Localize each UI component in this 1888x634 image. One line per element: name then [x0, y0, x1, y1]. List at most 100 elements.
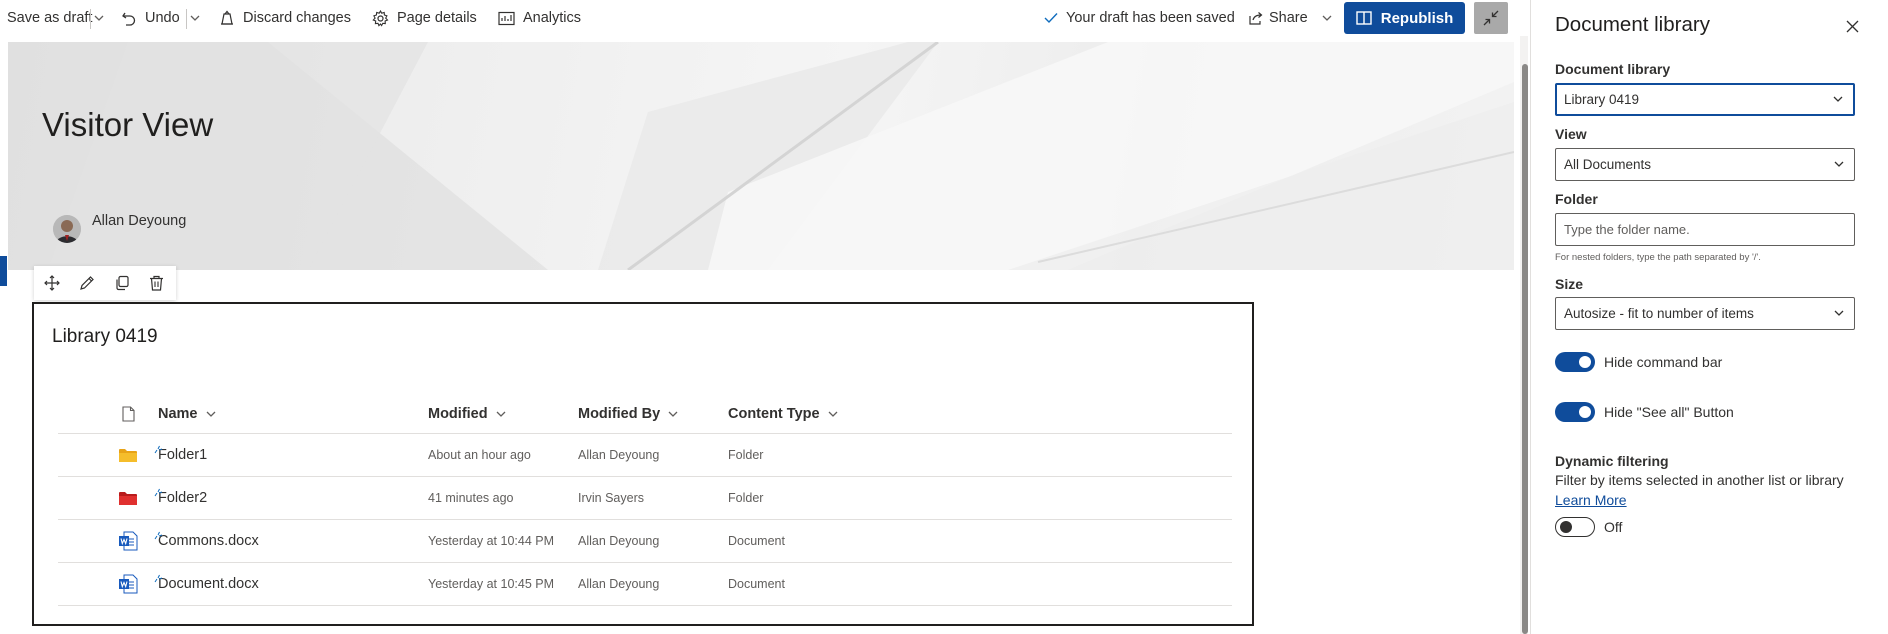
library-title: Library 0419: [52, 326, 158, 347]
move-webpart-button[interactable]: [34, 266, 69, 300]
author-avatar: [53, 215, 81, 243]
folder-input[interactable]: [1555, 213, 1855, 246]
analytics-icon: [498, 11, 515, 25]
share-label: Share: [1269, 10, 1308, 26]
item-modified: Yesterday at 10:45 PM: [428, 577, 555, 591]
item-name-link[interactable]: Folder2: [154, 477, 207, 519]
discard-icon: [221, 10, 233, 25]
new-item-sparkle-icon: [154, 445, 163, 454]
toolbar-divider: [90, 9, 91, 29]
list-item[interactable]: Commons.docx Yesterday at 10:44 PM Allan…: [58, 520, 1232, 563]
title-area-banner[interactable]: [8, 42, 1514, 270]
undo-options-chevron-button[interactable]: [190, 0, 200, 36]
chevron-down-icon: [94, 15, 104, 21]
item-modified-by: Allan Deyoung: [578, 577, 660, 591]
duplicate-webpart-button[interactable]: [104, 266, 139, 300]
discard-changes-button[interactable]: Discard changes: [219, 0, 351, 36]
webpart-toolbar: [34, 266, 176, 300]
list-item[interactable]: Folder1 About an hour ago Allan Deyoung …: [58, 434, 1232, 477]
republish-button[interactable]: Republish: [1344, 2, 1465, 34]
document-library-label: Document library: [1555, 61, 1671, 77]
item-name: Folder1: [158, 447, 208, 463]
item-modified: About an hour ago: [428, 448, 531, 462]
undo-button[interactable]: Undo: [121, 0, 180, 36]
item-name-link[interactable]: Commons.docx: [154, 520, 259, 562]
file-type-column-header[interactable]: [116, 394, 140, 433]
item-content-type: Document: [728, 577, 785, 591]
pane-title: Document library: [1555, 13, 1710, 36]
page-title[interactable]: Visitor View: [42, 106, 213, 144]
new-item-sparkle-icon: [154, 574, 163, 583]
document-library-dropdown[interactable]: Library 0419: [1555, 83, 1855, 116]
item-modified-by: Allan Deyoung: [578, 448, 660, 462]
modified-column-header[interactable]: Modified: [428, 394, 506, 433]
dynamic-filtering-label: Dynamic filtering: [1555, 453, 1669, 469]
list-header-row: Name Modified Modified By Content Type: [58, 394, 1232, 434]
item-content-type: Folder: [728, 448, 764, 462]
hide-see-all-toggle[interactable]: [1555, 402, 1595, 422]
collapse-pane-button[interactable]: [1474, 2, 1508, 34]
item-name-link[interactable]: Folder1: [154, 434, 208, 476]
name-column-header[interactable]: Name: [158, 394, 216, 433]
copy-icon: [115, 275, 129, 291]
hide-command-bar-toggle[interactable]: [1555, 352, 1595, 372]
list-item[interactable]: Document.docx Yesterday at 10:45 PM Alla…: [58, 563, 1232, 606]
chevron-down-icon: [668, 411, 678, 417]
banner-background-image: [8, 42, 1514, 270]
section-selection-indicator: [0, 256, 7, 286]
chevron-down-icon: [1834, 310, 1844, 316]
page-details-label: Page details: [397, 10, 477, 26]
dynamic-filtering-toggle[interactable]: [1555, 517, 1595, 537]
view-label: View: [1555, 126, 1587, 142]
close-pane-button[interactable]: [1840, 14, 1864, 38]
content-type-column-header[interactable]: Content Type: [728, 394, 838, 433]
name-column-label: Name: [158, 405, 198, 422]
folder-help-text: For nested folders, type the path separa…: [1555, 252, 1761, 263]
size-dropdown[interactable]: Autosize - fit to number of items: [1555, 297, 1855, 330]
item-modified: 41 minutes ago: [428, 491, 514, 505]
save-as-draft-button[interactable]: Save as draft: [7, 0, 92, 36]
page-scrollbar-thumb[interactable]: [1522, 64, 1528, 634]
modified-by-column-label: Modified By: [578, 405, 661, 422]
dynamic-filtering-description: Filter by items selected in another list…: [1555, 472, 1844, 488]
chevron-down-icon: [828, 411, 838, 417]
move-icon: [43, 275, 60, 291]
analytics-button[interactable]: Analytics: [498, 0, 581, 36]
undo-icon: [122, 12, 136, 26]
document-icon: [121, 405, 135, 422]
item-name-link[interactable]: Document.docx: [154, 563, 259, 605]
chevron-down-icon: [1833, 96, 1843, 102]
hide-command-bar-toggle-row: Hide command bar: [1555, 350, 1722, 374]
item-content-type: Document: [728, 534, 785, 548]
republish-label: Republish: [1380, 9, 1454, 27]
view-value: All Documents: [1564, 157, 1652, 172]
save-options-chevron-button[interactable]: [94, 0, 104, 36]
item-modified: Yesterday at 10:44 PM: [428, 534, 555, 548]
trash-icon: [150, 275, 163, 291]
book-icon: [1356, 11, 1372, 25]
content-type-column-label: Content Type: [728, 405, 820, 422]
share-button[interactable]: Share: [1248, 0, 1332, 36]
item-modified-by: Allan Deyoung: [578, 534, 660, 548]
view-dropdown[interactable]: All Documents: [1555, 148, 1855, 181]
size-label: Size: [1555, 276, 1584, 292]
close-icon: [1846, 20, 1858, 32]
document-library-webpart[interactable]: Library 0419 Name Modified Modified By C…: [32, 302, 1254, 626]
dynamic-filtering-toggle-row: Off: [1555, 515, 1622, 539]
list-item[interactable]: Folder2 41 minutes ago Irvin Sayers Fold…: [58, 477, 1232, 520]
word-document-icon: [116, 563, 140, 605]
word-document-icon: [116, 520, 140, 562]
page-details-button[interactable]: Page details: [372, 0, 477, 36]
learn-more-link[interactable]: Learn More: [1555, 492, 1627, 508]
hide-see-all-label: Hide "See all" Button: [1604, 404, 1734, 420]
modified-by-column-header[interactable]: Modified By: [578, 394, 678, 433]
new-item-sparkle-icon: [154, 488, 163, 497]
new-item-sparkle-icon: [154, 531, 163, 540]
item-content-type: Folder: [728, 491, 764, 505]
edit-webpart-button[interactable]: [69, 266, 104, 300]
folder-label: Folder: [1555, 191, 1598, 207]
size-value: Autosize - fit to number of items: [1564, 306, 1754, 321]
save-as-draft-label: Save as draft: [7, 10, 93, 26]
hide-command-bar-label: Hide command bar: [1604, 354, 1723, 370]
delete-webpart-button[interactable]: [139, 266, 174, 300]
